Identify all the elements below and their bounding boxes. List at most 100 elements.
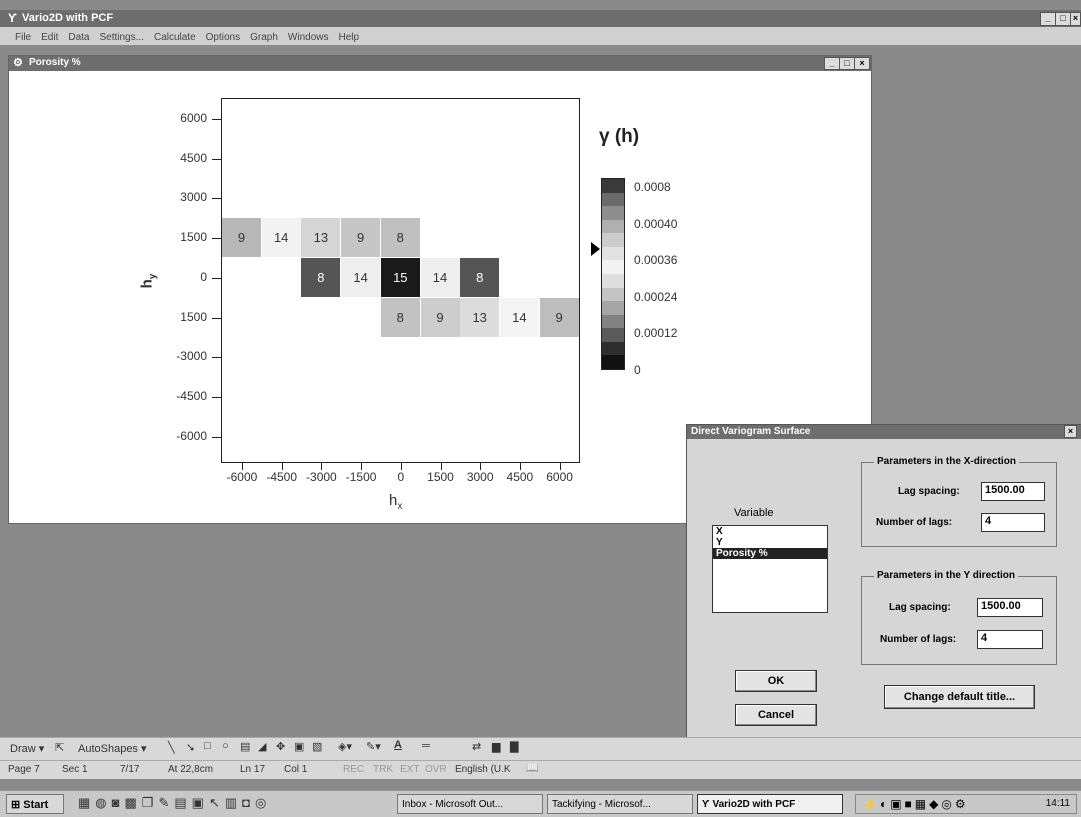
fill-color-icon[interactable]: ◈▾	[338, 740, 352, 753]
variable-list-item[interactable]: Porosity %	[713, 548, 827, 559]
dialog-title: Direct Variogram Surface	[691, 426, 811, 437]
dialog-close-button[interactable]: ×	[1064, 425, 1077, 438]
child-close-button[interactable]: ×	[854, 57, 870, 70]
drawing-toolbar: Draw ▾ ⇱ AutoShapes ▾ ╲ ➘ □ ○ ▤ ◢ ✥ ▣ ▧ …	[0, 737, 1081, 760]
select-arrow-icon[interactable]: ⇱	[55, 741, 64, 754]
y-num-lags-label: Number of lags:	[880, 634, 957, 645]
change-default-title-button[interactable]: Change default title...	[884, 685, 1035, 709]
menu-item-file[interactable]: File	[10, 29, 36, 47]
stack-icon[interactable]: ▤	[174, 795, 191, 810]
legend-swatch	[602, 301, 624, 316]
media-icon[interactable]: ◘	[242, 795, 255, 810]
3d-icon[interactable]: ▇	[510, 740, 518, 753]
menu-item-help[interactable]: Help	[334, 29, 365, 47]
variable-list-item[interactable]: X	[713, 526, 827, 537]
y-tick-mark	[212, 436, 221, 438]
y-lag-spacing-input[interactable]: 1500.00	[977, 598, 1043, 617]
x-lag-spacing-input[interactable]: 1500.00	[981, 482, 1045, 501]
arrow-icon[interactable]: ➘	[186, 741, 195, 754]
status-trk[interactable]: TRK	[373, 764, 393, 775]
wordart-icon[interactable]: ◢	[258, 740, 266, 753]
variable-list-item[interactable]: Y	[713, 537, 827, 548]
x-tick-mark	[242, 462, 243, 470]
x-tick-label: -1500	[345, 470, 377, 484]
oval-icon[interactable]: ○	[222, 740, 229, 752]
chart-icon: ⚙	[13, 57, 23, 69]
line-icon[interactable]: ╲	[168, 741, 175, 754]
task-inbox[interactable]: Inbox - Microsoft Out...	[397, 794, 543, 814]
tray-icons[interactable]: ⚡◐▣■▦◆◎⚙	[862, 797, 969, 811]
clipart-icon[interactable]: ▣	[294, 740, 304, 753]
child-maximize-button[interactable]: □	[839, 57, 855, 70]
word-icon[interactable]: ▩	[125, 795, 142, 810]
menu-item-options[interactable]: Options	[201, 29, 245, 47]
textbox-icon[interactable]: ▤	[240, 740, 250, 753]
y-tick-mark	[212, 238, 221, 240]
y-tick-mark	[212, 396, 221, 398]
cancel-button[interactable]: Cancel	[735, 704, 817, 726]
diagram-icon[interactable]: ✥	[276, 740, 285, 753]
x-num-lags-input[interactable]: 4	[981, 513, 1045, 532]
desktop-icon[interactable]: ▦	[78, 795, 95, 810]
legend-swatch	[602, 287, 624, 302]
status-rec[interactable]: REC	[343, 764, 364, 775]
start-button[interactable]: ⊞ Start	[6, 794, 64, 814]
monitor-icon[interactable]: ▣	[192, 795, 209, 810]
outlook-icon[interactable]: ◙	[112, 795, 125, 810]
menu-item-windows[interactable]: Windows	[283, 29, 334, 47]
tool-icon[interactable]: ✎	[158, 795, 174, 810]
notes-icon[interactable]: ▥	[225, 795, 242, 810]
menu-item-data[interactable]: Data	[63, 29, 94, 47]
child-minimize-button[interactable]: _	[824, 57, 840, 70]
y-tick-mark	[212, 357, 221, 359]
menu-item-settings[interactable]: Settings...	[94, 29, 148, 47]
draw-menu[interactable]: Draw ▾	[10, 742, 44, 755]
shadow-icon[interactable]: ▆	[492, 740, 500, 753]
line-style-icon[interactable]: ═	[422, 740, 430, 752]
x-tick-mark	[480, 462, 482, 470]
window-icon[interactable]: ❐	[142, 795, 159, 810]
variable-listbox[interactable]: X Y Porosity %	[712, 525, 828, 613]
x-tick-label: 1500	[427, 470, 454, 484]
browser-icon[interactable]: ◍	[95, 795, 111, 810]
y-num-lags-input[interactable]: 4	[977, 630, 1043, 649]
line-color-icon[interactable]: ✎▾	[366, 740, 381, 753]
x-tick-label: -3000	[306, 470, 337, 484]
ok-button[interactable]: OK	[735, 670, 817, 692]
x-tick-mark	[400, 462, 402, 470]
menu-item-edit[interactable]: Edit	[36, 29, 63, 47]
legend-swatch	[602, 260, 624, 275]
font-color-icon[interactable]: A	[394, 739, 402, 751]
legend-swatch	[602, 355, 624, 370]
variogram-cell: 8	[380, 297, 420, 337]
status-line: Ln 17	[240, 764, 266, 775]
y-tick-label: -4500	[176, 388, 207, 403]
x-lag-label: Lag spacing:	[898, 486, 960, 497]
picture-icon[interactable]: ▧	[312, 740, 322, 753]
y-tick-label: 1500	[180, 230, 207, 245]
menu-item-graph[interactable]: Graph	[245, 29, 283, 47]
arrow-tool-icon[interactable]: ↖	[209, 795, 225, 810]
help-icon[interactable]: ◎	[255, 795, 271, 810]
close-button[interactable]: ×	[1070, 12, 1081, 26]
rectangle-icon[interactable]: □	[204, 740, 211, 752]
x-tick-mark	[281, 462, 283, 470]
status-ovr[interactable]: OVR	[425, 764, 447, 775]
arrow-style-icon[interactable]: ⇄	[472, 740, 481, 753]
task-vario2d[interactable]: Ƴ Vario2D with PCF	[697, 794, 843, 814]
variogram-cell: 9	[420, 297, 460, 337]
autoshapes-menu[interactable]: AutoShapes ▾	[78, 742, 147, 755]
x-tick-mark	[519, 462, 521, 470]
status-col: Col 1	[284, 764, 308, 775]
variogram-cell: 14	[420, 257, 460, 297]
status-page: Page 7	[8, 764, 40, 775]
task-tackifying[interactable]: Tackifying - Microsof...	[547, 794, 693, 814]
variogram-cell: 9	[222, 218, 261, 258]
minimize-button[interactable]: _	[1040, 12, 1056, 26]
legend-swatch	[602, 206, 624, 221]
dialog-titlebar: Direct Variogram Surface ×	[687, 425, 1081, 439]
menu-item-calculate[interactable]: Calculate	[149, 29, 201, 47]
x-tick-mark	[321, 462, 323, 470]
maximize-button[interactable]: □	[1055, 12, 1071, 26]
status-ext[interactable]: EXT	[400, 764, 419, 775]
